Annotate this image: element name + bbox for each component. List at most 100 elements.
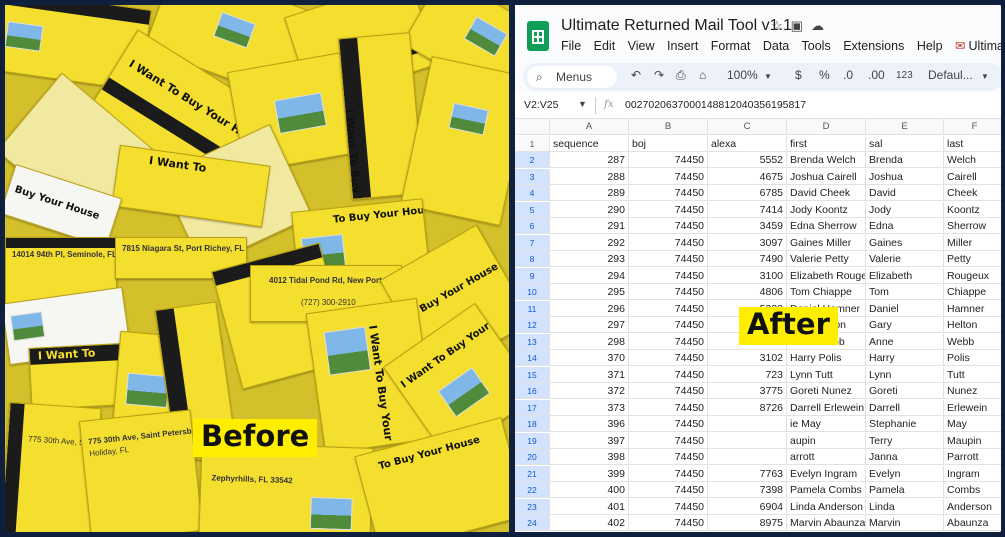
row-number[interactable]: 7 — [515, 234, 550, 251]
table-cell[interactable]: Linda Anderson — [787, 498, 866, 515]
table-cell[interactable]: Lynn Tutt — [787, 366, 866, 383]
row-number[interactable]: 12 — [515, 317, 550, 333]
table-cell[interactable]: 291 — [550, 218, 629, 234]
table-cell[interactable]: 7398 — [708, 482, 787, 498]
select-all-corner[interactable] — [515, 119, 550, 135]
row-number[interactable]: 23 — [515, 498, 550, 515]
zoom-dropdown-icon[interactable]: ▼ — [764, 72, 772, 81]
header-cell-boj[interactable]: boj — [629, 135, 708, 152]
row-number[interactable]: 15 — [515, 366, 550, 383]
table-cell[interactable]: 723 — [708, 366, 787, 383]
table-cell[interactable]: 74450 — [629, 515, 708, 531]
table-cell[interactable]: 287 — [550, 152, 629, 168]
table-cell[interactable]: aupin — [787, 432, 866, 449]
table-cell[interactable]: 296 — [550, 300, 629, 317]
menu-help[interactable]: Help — [917, 39, 943, 53]
table-cell[interactable]: Goreti — [866, 383, 944, 399]
row-number[interactable]: 8 — [515, 251, 550, 267]
menu-file[interactable]: File — [561, 39, 581, 53]
document-title[interactable]: Ultimate Returned Mail Tool v1.1 — [561, 17, 792, 35]
table-cell[interactable]: 398 — [550, 449, 629, 465]
menu-view[interactable]: View — [628, 39, 655, 53]
table-cell[interactable]: 74450 — [629, 498, 708, 515]
column-header-c[interactable]: C — [708, 119, 787, 135]
column-header-a[interactable]: A — [550, 119, 629, 135]
row-number[interactable]: 21 — [515, 465, 550, 482]
column-header-e[interactable]: E — [866, 119, 944, 135]
table-cell[interactable]: Helton — [944, 317, 1001, 333]
row-number[interactable]: 2 — [515, 152, 550, 168]
table-cell[interactable]: Welch — [944, 152, 1001, 168]
table-cell[interactable]: 6904 — [708, 498, 787, 515]
table-cell[interactable]: 74450 — [629, 416, 708, 432]
table-cell[interactable]: 297 — [550, 317, 629, 333]
table-cell[interactable]: Erlewein — [944, 400, 1001, 416]
table-cell[interactable]: Maupin — [944, 433, 1001, 449]
table-cell[interactable]: Combs — [944, 482, 1001, 498]
table-cell[interactable]: 396 — [550, 416, 629, 432]
table-cell[interactable]: arrott — [787, 449, 866, 465]
table-cell[interactable]: Lynn — [866, 366, 944, 383]
table-cell[interactable]: Cheek — [944, 185, 1001, 201]
row-number[interactable]: 24 — [515, 515, 550, 531]
table-cell[interactable]: 7763 — [708, 465, 787, 482]
row-number[interactable]: 6 — [515, 218, 550, 234]
table-cell[interactable]: 3775 — [708, 383, 787, 399]
table-cell[interactable]: 7490 — [708, 251, 787, 267]
table-cell[interactable]: Gaines Miller — [787, 234, 866, 251]
table-cell[interactable] — [708, 416, 787, 432]
table-cell[interactable]: 74450 — [629, 201, 708, 218]
table-cell[interactable]: Gary — [866, 317, 944, 333]
column-header-b[interactable]: B — [629, 119, 708, 135]
menu-search[interactable]: ⌕ Menus — [527, 66, 617, 88]
decrease-decimal-button[interactable]: .0 — [843, 68, 853, 82]
move-folder-icon[interactable]: ▣ — [791, 18, 811, 33]
table-cell[interactable]: 74450 — [629, 482, 708, 498]
table-cell[interactable]: 370 — [550, 350, 629, 366]
font-dropdown-icon[interactable]: ▼ — [981, 72, 989, 81]
table-cell[interactable]: Nunez — [944, 383, 1001, 399]
header-cell-last[interactable]: last — [944, 136, 1001, 152]
table-cell[interactable]: Linda — [866, 498, 944, 515]
header-cell-first[interactable]: first — [787, 135, 866, 152]
table-cell[interactable]: Gaines — [866, 234, 944, 251]
formula-input[interactable]: 0027020637000148812040356195817 — [625, 99, 806, 111]
table-cell[interactable]: 294 — [550, 267, 629, 284]
table-cell[interactable]: 74450 — [629, 366, 708, 383]
percent-format-button[interactable]: % — [819, 68, 830, 82]
table-cell[interactable]: Darrell — [866, 399, 944, 416]
table-cell[interactable]: 74450 — [629, 300, 708, 317]
table-cell[interactable]: 373 — [550, 399, 629, 416]
table-cell[interactable]: 6785 — [708, 185, 787, 201]
name-box-dropdown-icon[interactable]: ▼ — [578, 99, 587, 109]
table-cell[interactable]: Abaunza — [944, 515, 1001, 531]
menu-tools[interactable]: Tools — [802, 39, 831, 53]
row-number[interactable]: 9 — [515, 267, 550, 284]
header-cell-sal[interactable]: sal — [866, 135, 944, 152]
table-cell[interactable]: Darrell Erlewein — [787, 399, 866, 416]
row-number[interactable]: 22 — [515, 482, 550, 498]
table-cell[interactable]: Jody — [866, 201, 944, 218]
font-select[interactable]: Defaul... — [928, 68, 973, 82]
table-cell[interactable]: Edna Sherrow — [787, 218, 866, 234]
table-cell[interactable]: Koontz — [944, 202, 1001, 218]
row-number[interactable]: 1 — [515, 135, 550, 152]
table-cell[interactable]: Pamela Combs — [787, 482, 866, 498]
table-cell[interactable] — [708, 449, 787, 465]
table-cell[interactable]: 295 — [550, 284, 629, 300]
table-cell[interactable]: Anderson — [944, 499, 1001, 515]
table-cell[interactable]: Petty — [944, 251, 1001, 267]
row-number[interactable]: 16 — [515, 383, 550, 399]
table-cell[interactable]: 74450 — [629, 218, 708, 234]
menu-data[interactable]: Data — [763, 39, 789, 53]
table-cell[interactable]: Brenda — [866, 152, 944, 168]
table-cell[interactable]: Valerie — [866, 251, 944, 267]
table-cell[interactable]: Chiappe — [944, 284, 1001, 300]
table-cell[interactable]: ie May — [787, 416, 866, 432]
table-cell[interactable]: 4675 — [708, 168, 787, 185]
table-cell[interactable]: Tom — [866, 284, 944, 300]
table-cell[interactable]: Joshua — [866, 168, 944, 185]
paint-format-icon[interactable]: ⌂ — [699, 68, 706, 82]
header-cell-alexa[interactable]: alexa — [708, 135, 787, 152]
table-cell[interactable]: Pamela — [866, 482, 944, 498]
